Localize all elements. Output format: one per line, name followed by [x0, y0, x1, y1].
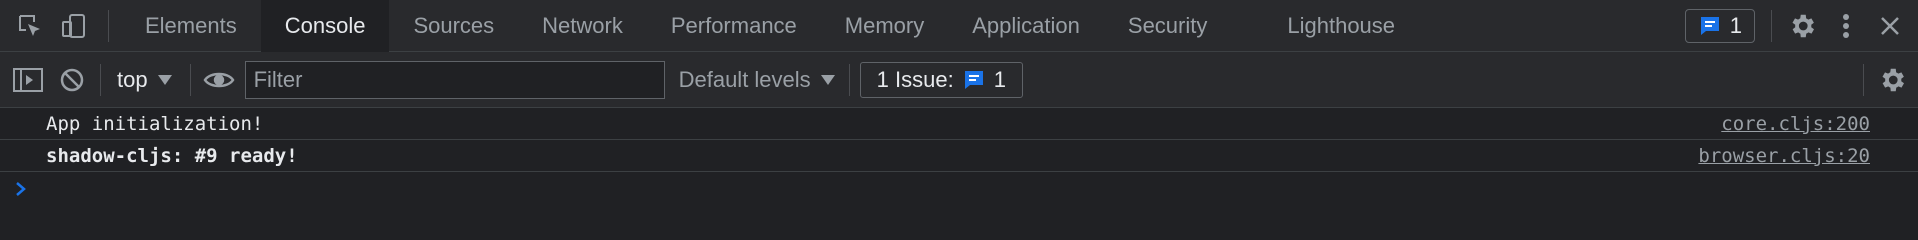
console-settings	[1863, 58, 1914, 102]
toolbar-divider	[848, 63, 850, 96]
console-message-text: App initialization!	[46, 112, 264, 135]
toolbar-divider	[1771, 10, 1772, 42]
console-messages: App initialization! core.cljs:200 shadow…	[0, 108, 1918, 206]
issues-badge-count: 1	[1729, 13, 1742, 38]
toolbar-divider	[108, 9, 109, 42]
toolbar-divider	[189, 63, 191, 96]
tab-lighthouse[interactable]: Lighthouse	[1231, 0, 1419, 52]
gear-icon[interactable]	[1780, 4, 1824, 48]
issues-badge[interactable]: 1	[1684, 9, 1755, 43]
toolbar-divider	[1863, 64, 1864, 96]
log-levels-dropdown[interactable]: Default levels	[665, 60, 849, 100]
issues-button[interactable]: 1 Issue: 1	[859, 61, 1023, 98]
panel-tabs: Elements Console Sources Network Perform…	[121, 0, 1419, 52]
context-selector[interactable]: top	[105, 60, 184, 100]
issues-label: 1 Issue:	[876, 66, 954, 92]
console-message: shadow-cljs: #9 ready! browser.cljs:20	[0, 140, 1918, 172]
toolbar-divider	[100, 63, 101, 96]
chevron-down-icon	[820, 74, 835, 85]
message-icon	[1700, 17, 1719, 35]
console-toolbar: top Default levels 1 Issue: 1	[0, 52, 1918, 108]
tab-performance[interactable]: Performance	[647, 0, 821, 52]
console-message-text: shadow-cljs: #9 ready!	[46, 144, 298, 167]
device-toolbar-icon[interactable]	[52, 4, 96, 48]
toolbar-right-actions: 1	[1684, 0, 1918, 52]
more-vert-icon[interactable]	[1824, 4, 1868, 48]
console-prompt[interactable]	[0, 172, 1918, 206]
gear-icon[interactable]	[1870, 58, 1914, 102]
inspect-element-icon[interactable]	[8, 4, 52, 48]
tab-sources[interactable]: Sources	[389, 0, 518, 52]
close-icon[interactable]	[1868, 4, 1912, 48]
tab-memory[interactable]: Memory	[821, 0, 948, 52]
console-message: App initialization! core.cljs:200	[0, 108, 1918, 140]
issues-count: 1	[993, 66, 1006, 92]
tab-elements[interactable]: Elements	[121, 0, 261, 52]
tab-security[interactable]: Security	[1104, 0, 1231, 52]
context-selector-label: top	[117, 66, 148, 92]
devtools-main-toolbar: Elements Console Sources Network Perform…	[0, 0, 1918, 52]
prompt-chevron-icon	[16, 182, 26, 196]
source-link[interactable]: browser.cljs:20	[1698, 140, 1870, 171]
message-icon	[964, 70, 983, 89]
sidebar-toggle-icon[interactable]	[6, 58, 50, 102]
eye-icon[interactable]	[197, 58, 241, 102]
log-levels-label: Default levels	[678, 66, 811, 92]
chevron-down-icon	[157, 74, 172, 85]
filter-input[interactable]	[244, 60, 665, 99]
tab-application[interactable]: Application	[948, 0, 1104, 52]
tab-network[interactable]: Network	[518, 0, 647, 52]
clear-console-icon[interactable]	[50, 58, 94, 102]
tab-console[interactable]: Console	[260, 0, 390, 52]
source-link[interactable]: core.cljs:200	[1721, 108, 1870, 139]
console-input[interactable]	[28, 174, 1918, 204]
